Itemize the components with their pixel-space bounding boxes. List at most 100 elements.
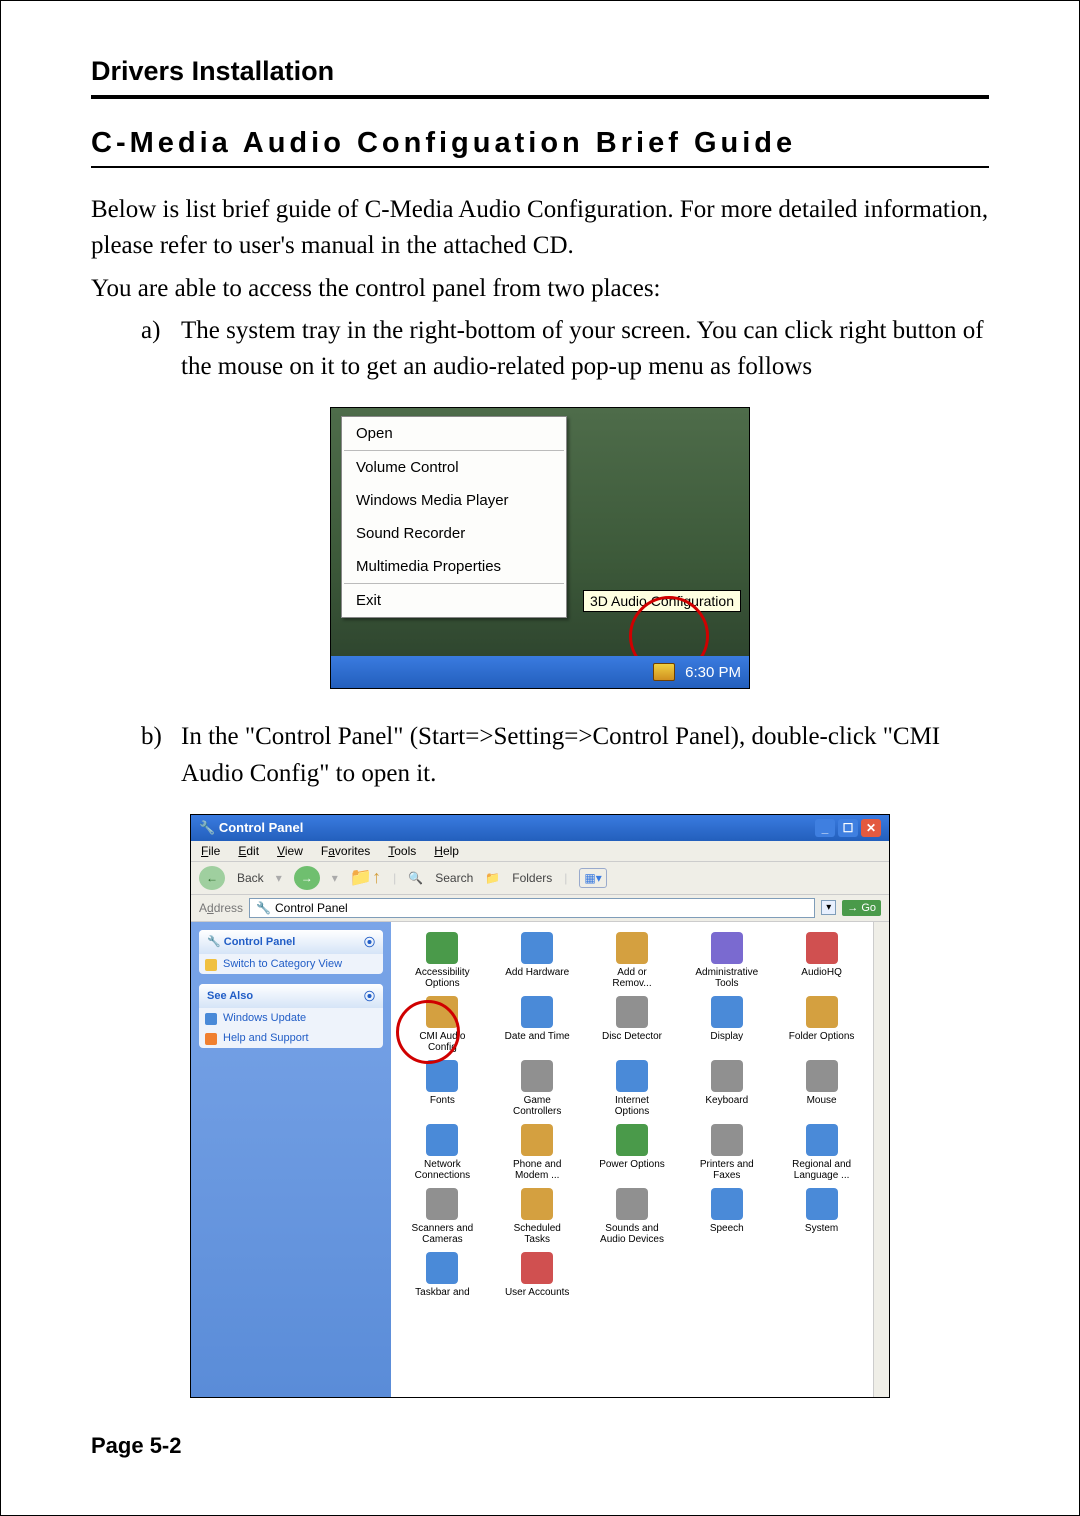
cp-icon-label: Folder Options bbox=[776, 1031, 867, 1053]
intro-para-1: Below is list brief guide of C-Media Aud… bbox=[91, 192, 989, 265]
sidebar-box2-header[interactable]: See Also ⦿ bbox=[199, 984, 383, 1008]
taskbar: 6:30 PM bbox=[331, 656, 749, 688]
menu-open[interactable]: Open bbox=[342, 417, 566, 450]
cp-icon[interactable]: Speech bbox=[681, 1188, 772, 1246]
close-button[interactable]: ✕ bbox=[861, 819, 881, 837]
cp-icon-label: Keyboard bbox=[681, 1095, 772, 1117]
address-field[interactable]: 🔧 Control Panel bbox=[249, 898, 815, 918]
up-button[interactable]: 📁↑ bbox=[350, 867, 381, 888]
cp-icon-glyph bbox=[616, 996, 648, 1028]
cp-icon-label: Add Hardware bbox=[492, 967, 583, 989]
cp-icon[interactable]: AudioHQ bbox=[776, 932, 867, 990]
cp-icon-label: Regional and Language ... bbox=[776, 1159, 867, 1182]
cp-icon[interactable]: Administrative Tools bbox=[681, 932, 772, 990]
cp-icon-glyph bbox=[711, 1188, 743, 1220]
menu-favorites[interactable]: Favorites bbox=[321, 844, 370, 858]
cp-icon[interactable]: Add or Remov... bbox=[587, 932, 678, 990]
cp-icon-glyph bbox=[616, 1060, 648, 1092]
maximize-button[interactable]: ☐ bbox=[838, 819, 858, 837]
scrollbar[interactable] bbox=[873, 922, 889, 1397]
cp-icon-glyph bbox=[521, 1060, 553, 1092]
cp-icon[interactable]: Keyboard bbox=[681, 1060, 772, 1118]
cp-icon[interactable]: Scanners and Cameras bbox=[397, 1188, 488, 1246]
collapse-icon[interactable]: ⦿ bbox=[364, 934, 375, 950]
address-dropdown[interactable]: ▾ bbox=[821, 900, 836, 915]
control-panel-main: Accessibility OptionsAdd HardwareAdd or … bbox=[391, 922, 873, 1397]
cp-icon[interactable]: Game Controllers bbox=[492, 1060, 583, 1118]
back-button[interactable]: ← bbox=[199, 866, 225, 890]
windows-update-link[interactable]: Windows Update bbox=[199, 1008, 383, 1028]
cp-icon-glyph bbox=[426, 1060, 458, 1092]
cp-icon[interactable]: Display bbox=[681, 996, 772, 1054]
views-button[interactable]: ▦▾ bbox=[579, 868, 606, 888]
cp-icon-label: Scanners and Cameras bbox=[397, 1223, 488, 1246]
cp-icon[interactable]: Folder Options bbox=[776, 996, 867, 1054]
cp-icon[interactable]: Fonts bbox=[397, 1060, 488, 1118]
search-icon[interactable]: 🔍 bbox=[408, 871, 423, 885]
cp-icon[interactable]: Phone and Modem ... bbox=[492, 1124, 583, 1182]
cp-icon[interactable]: Internet Options bbox=[587, 1060, 678, 1118]
cp-icon-glyph bbox=[426, 996, 458, 1028]
cp-icon[interactable]: CMI Audio Config bbox=[397, 996, 488, 1054]
menu-exit[interactable]: Exit bbox=[342, 584, 566, 617]
switch-category-view[interactable]: Switch to Category View bbox=[199, 954, 383, 974]
rule bbox=[91, 95, 989, 99]
menu-volume-control[interactable]: Volume Control bbox=[342, 451, 566, 484]
menu-help[interactable]: Help bbox=[434, 844, 459, 858]
cp-icon-glyph bbox=[711, 1124, 743, 1156]
cp-icon-label: User Accounts bbox=[492, 1287, 583, 1309]
search-label: Search bbox=[435, 871, 473, 885]
cp-icon[interactable]: Mouse bbox=[776, 1060, 867, 1118]
cp-icon-label: Date and Time bbox=[492, 1031, 583, 1053]
cp-icon[interactable]: Power Options bbox=[587, 1124, 678, 1182]
cp-icon[interactable]: Disc Detector bbox=[587, 996, 678, 1054]
toolbar: ← Back ▾ → ▾ 📁↑ | 🔍 Search 📁 Folders | ▦… bbox=[191, 862, 889, 895]
cp-icon[interactable]: System bbox=[776, 1188, 867, 1246]
marker-a: a) bbox=[141, 313, 160, 349]
cp-icon[interactable]: Scheduled Tasks bbox=[492, 1188, 583, 1246]
folders-icon[interactable]: 📁 bbox=[485, 871, 500, 885]
forward-button[interactable]: → bbox=[294, 866, 320, 890]
cp-icon-label: System bbox=[776, 1223, 867, 1245]
tray-icon[interactable] bbox=[653, 663, 675, 681]
cp-icon-label: Sounds and Audio Devices bbox=[587, 1223, 678, 1246]
cp-icon-label: Network Connections bbox=[397, 1159, 488, 1182]
marker-b: b) bbox=[141, 719, 162, 755]
menu-wmp[interactable]: Windows Media Player bbox=[342, 484, 566, 517]
cp-icon-glyph bbox=[521, 996, 553, 1028]
menu-edit[interactable]: Edit bbox=[238, 844, 259, 858]
cp-icon-label: Add or Remov... bbox=[587, 967, 678, 990]
address-icon: 🔧 bbox=[256, 901, 271, 915]
back-label: Back bbox=[237, 871, 264, 885]
cp-icon-label: Scheduled Tasks bbox=[492, 1223, 583, 1246]
menu-tools[interactable]: Tools bbox=[388, 844, 416, 858]
menu-sound-recorder[interactable]: Sound Recorder bbox=[342, 517, 566, 550]
cp-icon-glyph bbox=[426, 1252, 458, 1284]
go-button[interactable]: → Go bbox=[842, 900, 881, 916]
cp-icon[interactable]: Printers and Faxes bbox=[681, 1124, 772, 1182]
cp-icon-label: Mouse bbox=[776, 1095, 867, 1117]
cp-icon[interactable]: Date and Time bbox=[492, 996, 583, 1054]
cp-icon[interactable]: Regional and Language ... bbox=[776, 1124, 867, 1182]
cp-icon[interactable]: Sounds and Audio Devices bbox=[587, 1188, 678, 1246]
help-support-link[interactable]: Help and Support bbox=[199, 1028, 383, 1048]
address-label: Address bbox=[199, 901, 243, 915]
cp-icon-glyph bbox=[616, 932, 648, 964]
cp-icon[interactable]: Accessibility Options bbox=[397, 932, 488, 990]
cp-icon[interactable]: Add Hardware bbox=[492, 932, 583, 990]
collapse-icon[interactable]: ⦿ bbox=[364, 988, 375, 1004]
menu-multimedia-props[interactable]: Multimedia Properties bbox=[342, 550, 566, 583]
cp-icon-glyph bbox=[521, 932, 553, 964]
cp-icon[interactable]: User Accounts bbox=[492, 1252, 583, 1309]
minimize-button[interactable]: _ bbox=[815, 819, 835, 837]
cp-icon[interactable]: Taskbar and bbox=[397, 1252, 488, 1309]
sidebar-box1-header[interactable]: 🔧 Control Panel ⦿ bbox=[199, 930, 383, 954]
cp-icon-label: Administrative Tools bbox=[681, 967, 772, 990]
cp-icon-glyph bbox=[616, 1124, 648, 1156]
list-item-a: a) The system tray in the right-bottom o… bbox=[141, 313, 989, 386]
menu-view[interactable]: View bbox=[277, 844, 303, 858]
menu-file[interactable]: FFileile bbox=[201, 844, 220, 858]
cp-icon[interactable]: Network Connections bbox=[397, 1124, 488, 1182]
cp-icon-glyph bbox=[806, 996, 838, 1028]
item-a-text: The system tray in the right-bottom of y… bbox=[181, 317, 984, 380]
